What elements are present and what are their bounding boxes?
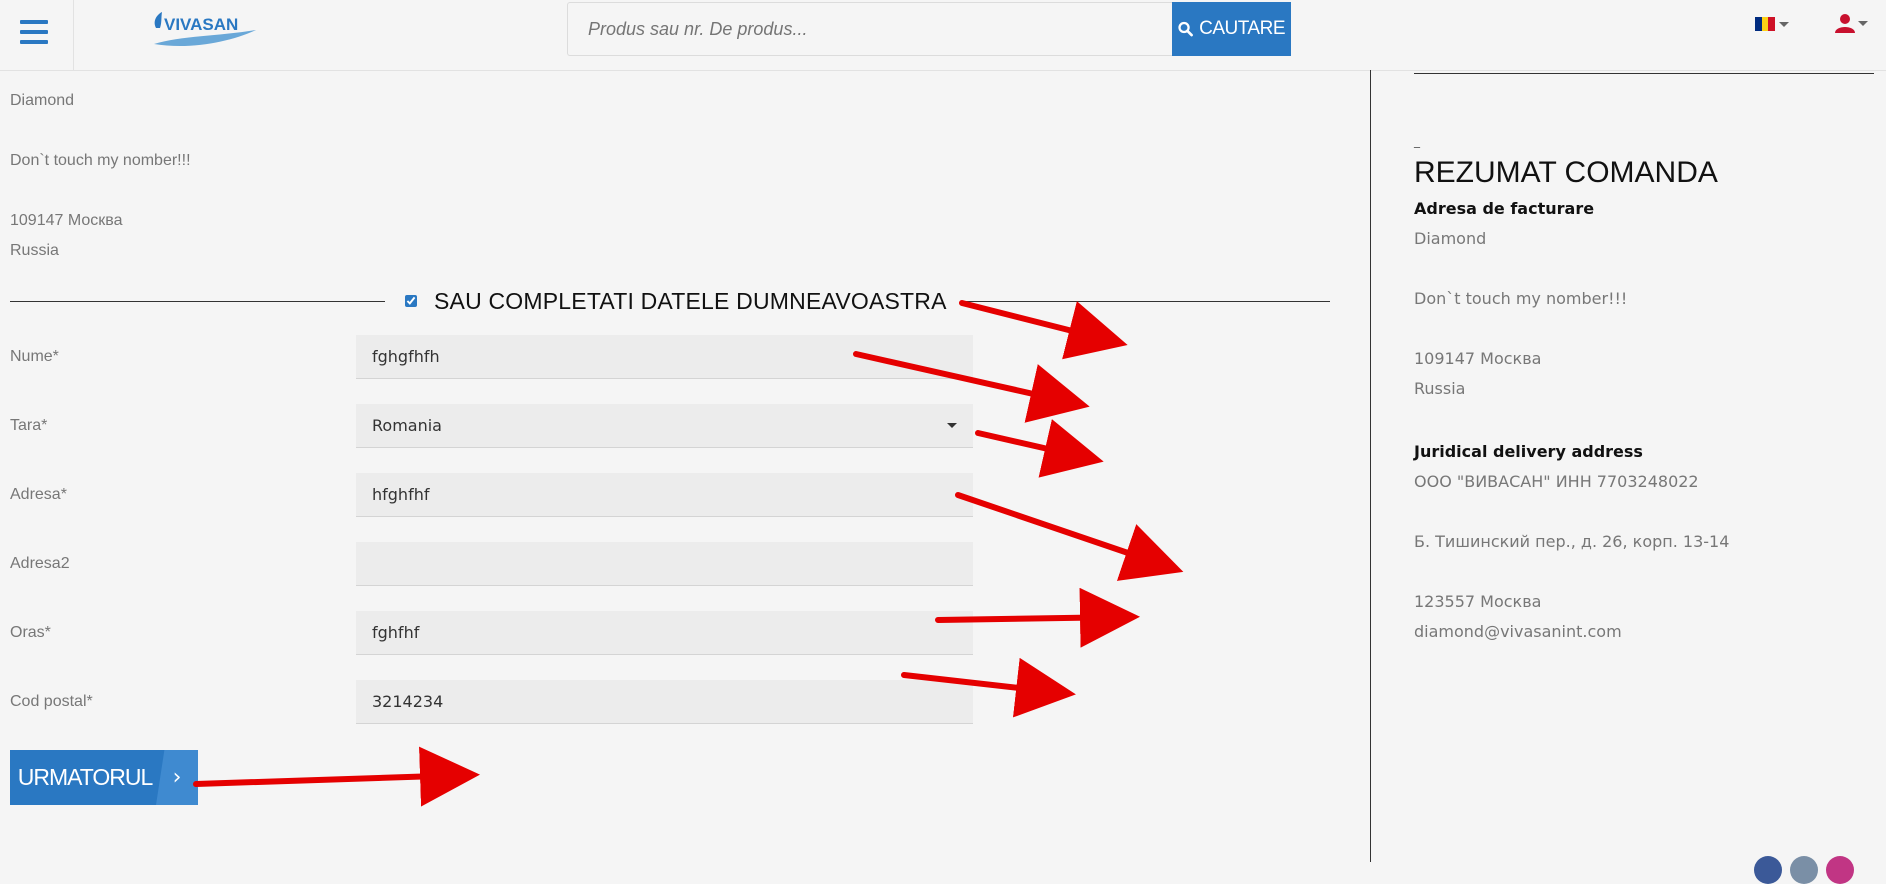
- section-title: SAU COMPLETATI DATELE DUMNEAVOASTRA: [434, 288, 947, 314]
- chevron-down-icon: [947, 423, 957, 428]
- cod-postal-field[interactable]: [356, 680, 973, 724]
- annotation-arrow: [959, 300, 1128, 360]
- annotation-arrow: [955, 492, 1184, 581]
- hamburger-icon: [20, 20, 48, 24]
- account-menu[interactable]: [1835, 13, 1868, 33]
- divider: [10, 301, 385, 302]
- billing-note: Don`t touch my nomber!!!: [1414, 289, 1628, 308]
- vivasan-logo[interactable]: VIVASAN: [150, 10, 260, 52]
- nume-field[interactable]: [356, 335, 973, 379]
- chevron-down-icon: [1779, 21, 1789, 27]
- billing-country: Russia: [1414, 379, 1466, 398]
- brand-name: VIVASAN: [164, 15, 238, 34]
- next-button[interactable]: URMATORUL ›: [10, 750, 198, 805]
- adresa-field[interactable]: [356, 473, 973, 517]
- user-icon: [1835, 14, 1855, 33]
- delivery-email: diamond@vivasanint.com: [1414, 622, 1622, 641]
- next-button-label: URMATORUL: [17, 764, 154, 790]
- tara-label: Tara*: [10, 417, 48, 434]
- saved-address-name: Diamond: [10, 92, 75, 109]
- summary-title: REZUMAT COMANDA: [1414, 156, 1718, 189]
- hamburger-icon-bar: [20, 40, 48, 44]
- summary-top-divider: [1414, 73, 1874, 74]
- summary-dash: _: [1414, 134, 1420, 148]
- oras-label: Oras*: [10, 624, 51, 641]
- delivery-company: ООО "ВИВАСАН" ИНН 7703248022: [1414, 472, 1699, 491]
- billing-city: 109147 Москва: [1414, 349, 1542, 368]
- delivery-heading: Juridical delivery address: [1414, 442, 1643, 461]
- annotation-arrow: [193, 746, 480, 807]
- tara-selected-value: Romania: [372, 416, 442, 435]
- search-input[interactable]: [567, 2, 1172, 56]
- adresa-label: Adresa*: [10, 486, 67, 503]
- column-divider: [1370, 70, 1371, 862]
- delivery-city: 123557 Москва: [1414, 592, 1542, 611]
- fill-own-data-checkbox[interactable]: [405, 295, 417, 307]
- delivery-street: Б. Тишинский пер., д. 26, корп. 13-14: [1414, 532, 1730, 551]
- romania-flag-icon: [1755, 17, 1776, 31]
- hamburger-icon-bar: [20, 30, 48, 34]
- divider: [960, 301, 1330, 302]
- language-selector[interactable]: [1755, 17, 1789, 31]
- chevron-right-icon: ›: [156, 750, 198, 805]
- search-button-label: CAUTARE: [1199, 18, 1285, 39]
- instagram-icon[interactable]: [1826, 856, 1854, 884]
- facebook-icon[interactable]: [1754, 856, 1782, 884]
- saved-address-note: Don`t touch my nomber!!!: [10, 152, 191, 169]
- saved-address-city: 109147 Москва: [10, 212, 123, 229]
- billing-heading: Adresa de facturare: [1414, 199, 1595, 218]
- saved-address-country: Russia: [10, 242, 59, 259]
- cod-postal-label: Cod postal*: [10, 693, 93, 710]
- search-icon: [1178, 21, 1193, 37]
- site-header: VIVASAN CAUTARE: [0, 0, 1886, 71]
- chevron-down-icon: [1858, 20, 1868, 26]
- logo-graphic: VIVASAN: [154, 12, 256, 47]
- tara-select[interactable]: Romania: [356, 404, 973, 448]
- adresa2-field[interactable]: [356, 542, 973, 586]
- menu-button[interactable]: [0, 0, 74, 70]
- search-button[interactable]: CAUTARE: [1172, 2, 1291, 56]
- annotation-arrow: [975, 419, 1104, 478]
- social-icon[interactable]: [1790, 856, 1818, 884]
- billing-name: Diamond: [1414, 229, 1487, 248]
- oras-field[interactable]: [356, 611, 973, 655]
- nume-label: Nume*: [10, 348, 59, 365]
- adresa2-label: Adresa2: [10, 555, 70, 572]
